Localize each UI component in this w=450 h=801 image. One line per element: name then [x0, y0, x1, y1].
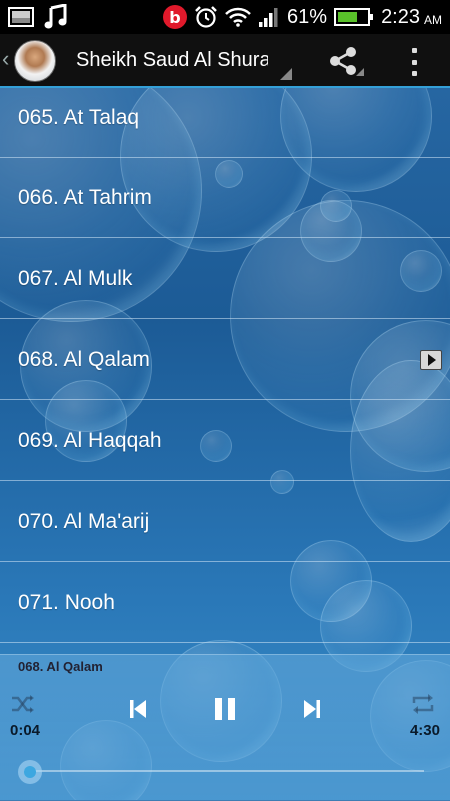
clock-ampm: AM — [424, 13, 442, 27]
list-item[interactable]: 071. Nooh — [0, 563, 450, 643]
list-item[interactable]: 069. Al Haqqah — [0, 401, 450, 481]
now-playing-play-icon — [420, 349, 442, 370]
alarm-clock-icon — [195, 6, 217, 28]
app-title[interactable]: Sheikh Saud Al Shuraim — [76, 49, 268, 72]
photo-notification-icon — [8, 7, 34, 27]
share-dropdown-indicator-icon — [356, 68, 364, 76]
surah-label: 066. At Tahrim — [18, 185, 152, 209]
title-dropdown-indicator-icon — [280, 68, 292, 80]
surah-label: 070. Al Ma'arij — [18, 509, 150, 533]
shuffle-icon[interactable] — [10, 693, 36, 715]
next-track-icon[interactable] — [301, 698, 323, 720]
now-playing-title: 068. Al Qalam — [18, 659, 103, 674]
pause-icon[interactable] — [212, 697, 238, 721]
seek-bar-track[interactable] — [24, 770, 424, 772]
up-chevron-icon[interactable]: ‹ — [2, 46, 9, 72]
previous-track-icon[interactable] — [127, 698, 149, 720]
surah-list[interactable]: 065. At Talaq 066. At Tahrim 067. Al Mul… — [0, 88, 450, 654]
overflow-menu-icon[interactable] — [406, 48, 422, 76]
signal-strength-icon — [259, 8, 278, 27]
beats-audio-icon: b — [163, 5, 188, 29]
battery-icon — [334, 8, 374, 26]
surah-label: 067. Al Mulk — [18, 266, 133, 290]
surah-label: 068. Al Qalam — [18, 347, 150, 371]
player-bar: 068. Al Qalam 0:04 4:30 — [0, 654, 450, 801]
wifi-icon — [225, 7, 251, 27]
list-item[interactable]: 070. Al Ma'arij — [0, 482, 450, 562]
list-item[interactable]: 068. Al Qalam — [0, 320, 450, 400]
surah-label: 065. At Talaq — [18, 105, 140, 129]
list-item[interactable]: 066. At Tahrim — [0, 158, 450, 238]
share-icon[interactable] — [326, 46, 360, 76]
status-bar: b 61% 2:23 AM — [0, 0, 450, 34]
elapsed-time: 0:04 — [10, 722, 41, 739]
battery-percent: 61% — [287, 5, 328, 28]
list-item[interactable]: 065. At Talaq — [0, 88, 450, 158]
total-duration: 4:30 — [409, 722, 440, 739]
reciter-avatar[interactable] — [14, 40, 56, 82]
music-note-icon — [44, 4, 67, 29]
list-item[interactable]: 067. Al Mulk — [0, 239, 450, 319]
clock-time: 2:23 — [381, 5, 420, 28]
seek-bar-thumb[interactable] — [18, 760, 42, 784]
repeat-icon[interactable] — [410, 693, 436, 715]
surah-label: 069. Al Haqqah — [18, 428, 162, 452]
surah-label: 071. Nooh — [18, 590, 115, 614]
action-bar: ‹ Sheikh Saud Al Shuraim — [0, 34, 450, 88]
